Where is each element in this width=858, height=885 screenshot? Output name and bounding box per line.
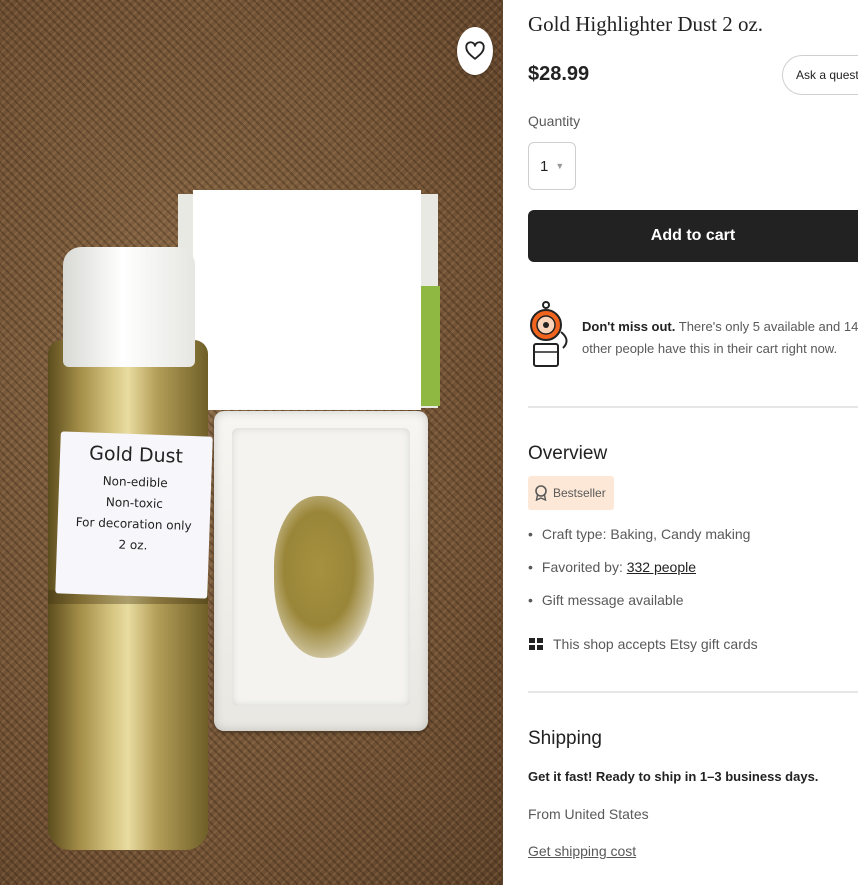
gift-cards-text: This shop accepts Etsy gift cards xyxy=(553,636,758,652)
craft-type: Craft type: Baking, Candy making xyxy=(541,526,751,542)
gift-message: Gift message available xyxy=(541,592,684,608)
ship-from-text: From United States xyxy=(528,806,649,822)
scarcity-bold: Don't miss out. xyxy=(582,319,676,334)
list-item: • Gift message available xyxy=(528,592,684,608)
divider xyxy=(528,691,858,693)
alarm-bell-icon xyxy=(530,301,568,367)
favorite-button[interactable] xyxy=(457,27,493,75)
badge-label: Bestseller xyxy=(553,486,606,500)
overview-heading: Overview xyxy=(528,443,608,464)
product-title: Gold Highlighter Dust 2 oz. xyxy=(528,12,764,36)
overview-list: • Craft type: Baking, Candy making • Favor… xyxy=(528,522,750,621)
heart-icon xyxy=(465,41,485,60)
scarcity-notice: Don't miss out. There's only 5 available… xyxy=(582,316,858,360)
jar-label-title: Gold Dust xyxy=(88,442,184,468)
jar-cap xyxy=(63,247,195,367)
favorited-count-link[interactable]: 332 people xyxy=(627,559,696,575)
jar-label-line: Non-edible xyxy=(102,473,168,491)
jar-label-line: Non-toxic xyxy=(105,495,164,511)
product-price: $28.99 xyxy=(528,63,590,85)
quantity-select[interactable]: 1 ▼ xyxy=(528,142,576,190)
shipping-cost-link[interactable]: Get shipping cost xyxy=(528,843,636,859)
gift-cards-notice: This shop accepts Etsy gift cards xyxy=(528,636,758,652)
gift-card-icon xyxy=(529,638,543,650)
bestseller-badge: Bestseller xyxy=(528,476,614,510)
jar-label: Gold Dust Non-edible Non-toxic For decor… xyxy=(55,431,213,599)
ship-fast-text: Get it fast! Ready to ship in 1–3 busine… xyxy=(528,769,819,784)
quantity-label: Quantity xyxy=(528,113,581,129)
bestseller-medal-icon xyxy=(535,485,547,501)
product-image[interactable]: Gold Dust Non-edible Non-toxic For decor… xyxy=(0,0,503,885)
list-item: • Craft type: Baking, Candy making xyxy=(528,526,751,542)
business-card-green-edge xyxy=(421,286,440,406)
divider xyxy=(528,406,858,408)
ask-question-button[interactable]: Ask a question xyxy=(782,55,858,95)
product-panel: Gold Highlighter Dust 2 oz. $28.99 Ask a… xyxy=(503,0,858,885)
favorited-prefix: Favorited by: xyxy=(541,559,627,575)
chevron-down-icon: ▼ xyxy=(555,161,565,171)
jar-label-line: 2 oz. xyxy=(118,537,148,553)
add-to-cart-button[interactable]: Add to cart xyxy=(528,210,858,262)
redacted-card xyxy=(193,190,421,410)
list-item: • Favorited by: 332 people xyxy=(528,559,697,575)
shipping-heading: Shipping xyxy=(528,728,602,749)
jar-label-line: For decoration only xyxy=(75,514,192,534)
quantity-value: 1 xyxy=(540,157,549,175)
